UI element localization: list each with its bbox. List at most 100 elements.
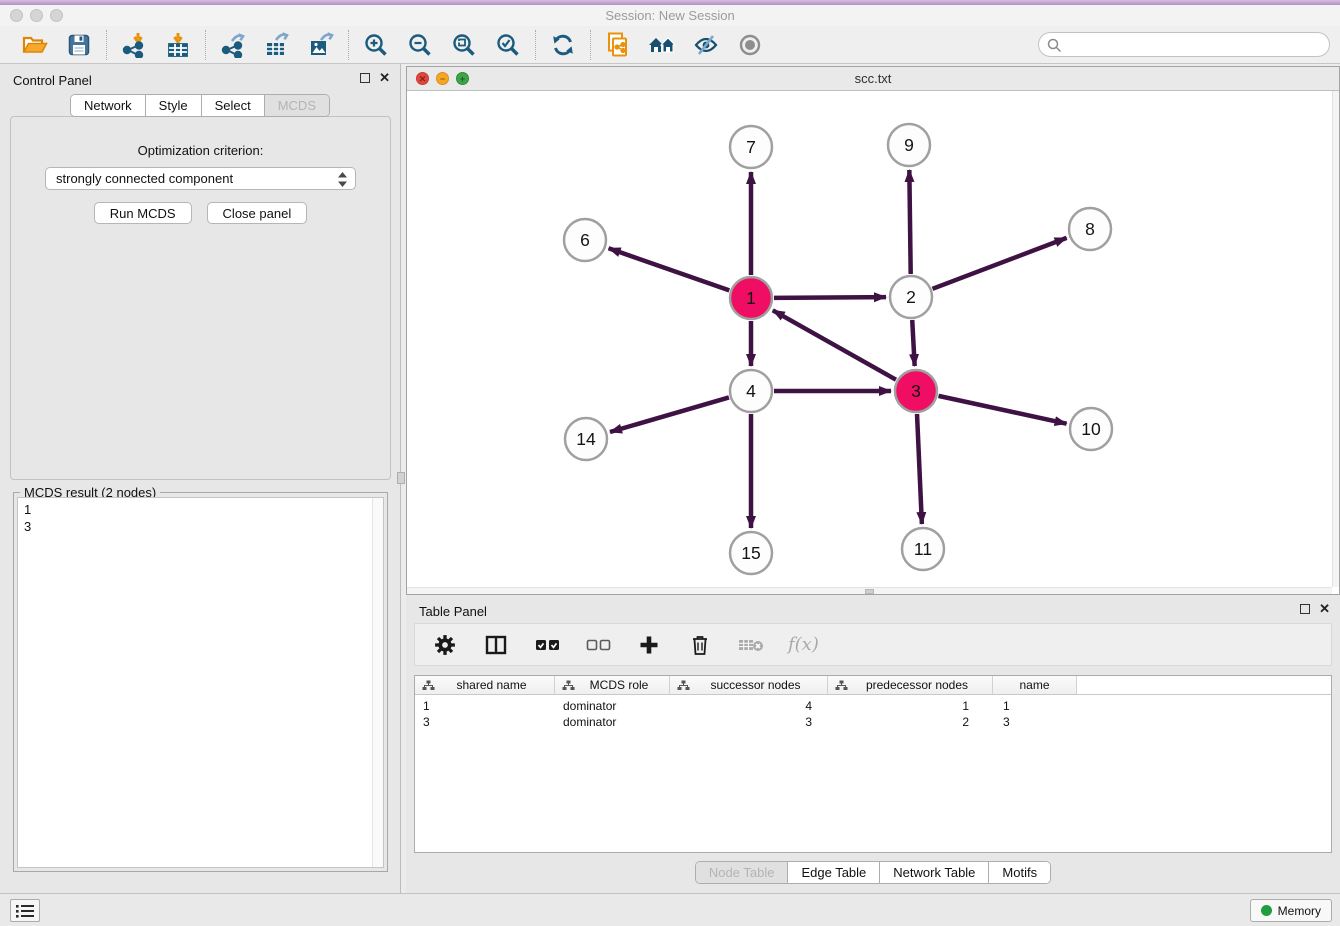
column-header-shared-name[interactable]: shared name (415, 676, 555, 694)
node-15[interactable]: 15 (730, 532, 772, 574)
main-toolbar (0, 26, 1340, 64)
node-3[interactable]: 3 (895, 370, 937, 412)
network-window-title: scc.txt (407, 71, 1339, 86)
network-scrollbar-thumb[interactable] (865, 589, 874, 594)
table-cell: 3 (993, 715, 1077, 731)
node-7[interactable]: 7 (730, 126, 772, 168)
node-14[interactable]: 14 (565, 418, 607, 460)
search-box[interactable] (1038, 32, 1330, 57)
save-floppy-icon (67, 33, 91, 57)
zoom-in-button[interactable] (362, 31, 390, 59)
node-9[interactable]: 9 (888, 124, 930, 166)
node-11[interactable]: 11 (902, 528, 944, 570)
table-settings-button[interactable] (431, 631, 459, 659)
network-horizontal-scrollbar[interactable] (407, 587, 1332, 594)
node-8[interactable]: 8 (1069, 208, 1111, 250)
zoom-selected-button[interactable] (494, 31, 522, 59)
function-builder-button[interactable]: f(x) (788, 634, 819, 655)
svg-text:11: 11 (914, 539, 932, 559)
mcds-result-scrollbar[interactable] (372, 498, 383, 867)
select-stepper-icon (338, 172, 347, 187)
unchecked-boxes-icon (586, 638, 611, 652)
delete-table-button[interactable] (737, 631, 765, 659)
search-input[interactable] (1067, 34, 1322, 55)
clone-network-button[interactable] (604, 31, 632, 59)
node-10[interactable]: 10 (1070, 408, 1112, 450)
table-cell: 1 (828, 699, 993, 715)
column-header-successor-nodes[interactable]: successor nodes (670, 676, 828, 694)
column-header-MCDS-role[interactable]: MCDS role (555, 676, 670, 694)
svg-text:6: 6 (580, 230, 590, 250)
deselect-all-rows-button[interactable] (584, 631, 612, 659)
node-1[interactable]: 1 (730, 277, 772, 319)
table-cell: 3 (670, 715, 828, 731)
node-2[interactable]: 2 (890, 276, 932, 318)
import-network-button[interactable] (120, 31, 148, 59)
export-image-button[interactable] (307, 31, 335, 59)
hide-selected-button[interactable] (692, 31, 720, 59)
run-mcds-button[interactable]: Run MCDS (94, 202, 192, 224)
zoom-out-button[interactable] (406, 31, 434, 59)
close-panel-button[interactable]: Close panel (207, 202, 308, 224)
node-4[interactable]: 4 (730, 370, 772, 412)
optimization-criterion-select[interactable]: strongly connected component (45, 167, 356, 190)
tab-network-table[interactable]: Network Table (880, 862, 989, 883)
save-session-button[interactable] (65, 31, 93, 59)
export-network-button[interactable] (219, 31, 247, 59)
float-panel-icon[interactable] (360, 73, 370, 83)
table-row[interactable]: 1dominator411 (415, 699, 1331, 715)
show-all-button[interactable] (736, 31, 764, 59)
edge-3-1[interactable] (773, 310, 896, 379)
table-row[interactable]: 3dominator323 (415, 715, 1331, 731)
edge-2-9[interactable] (909, 170, 910, 274)
export-table-button[interactable] (263, 31, 291, 59)
edge-3-11[interactable] (917, 414, 922, 524)
network-window-titlebar: ✕ − + scc.txt (407, 67, 1339, 91)
delete-column-button[interactable] (686, 631, 714, 659)
edge-1-2[interactable] (774, 297, 886, 298)
optimization-criterion-label: Optimization criterion: (11, 143, 390, 158)
close-table-panel-icon[interactable]: ✕ (1319, 604, 1330, 614)
open-session-button[interactable] (21, 31, 49, 59)
column-header-predecessor-nodes[interactable]: predecessor nodes (828, 676, 993, 694)
svg-text:3: 3 (911, 381, 921, 401)
show-columns-button[interactable] (482, 631, 510, 659)
memory-button[interactable]: Memory (1250, 899, 1332, 922)
node-6[interactable]: 6 (564, 219, 606, 261)
table-body: 1dominator4113dominator323 (415, 695, 1331, 731)
mcds-panel: Optimization criterion: strongly connect… (10, 116, 391, 480)
edge-1-6[interactable] (609, 248, 730, 290)
tab-mcds[interactable]: MCDS (265, 95, 329, 116)
svg-text:2: 2 (906, 287, 916, 307)
tab-style[interactable]: Style (146, 95, 202, 116)
refresh-view-button[interactable] (549, 31, 577, 59)
task-history-button[interactable] (10, 899, 40, 922)
column-header-name[interactable]: name (993, 676, 1077, 694)
network-vertical-scrollbar[interactable] (1332, 91, 1339, 587)
table-panel-header: Table Panel ✕ (406, 595, 1340, 625)
mcds-result-text[interactable]: 1 3 (17, 497, 384, 868)
tab-network[interactable]: Network (71, 95, 146, 116)
zoom-fit-button[interactable] (450, 31, 478, 59)
table-tabs: Node TableEdge TableNetwork TableMotifs (695, 861, 1051, 884)
edge-2-3[interactable] (912, 320, 914, 366)
tab-node-table[interactable]: Node Table (696, 862, 789, 883)
add-column-button[interactable] (635, 631, 663, 659)
edge-4-14[interactable] (610, 397, 729, 432)
edge-3-10[interactable] (938, 396, 1066, 424)
tab-motifs[interactable]: Motifs (989, 862, 1050, 883)
first-neighbors-button[interactable] (648, 31, 676, 59)
close-panel-icon[interactable]: ✕ (379, 73, 390, 83)
panel-splitter-handle[interactable] (397, 472, 405, 484)
select-all-rows-button[interactable] (533, 631, 561, 659)
tab-edge-table[interactable]: Edge Table (788, 862, 880, 883)
edge-2-8[interactable] (933, 238, 1067, 289)
node-table: shared nameMCDS rolesuccessor nodesprede… (414, 675, 1332, 853)
import-table-button[interactable] (164, 31, 192, 59)
tab-select[interactable]: Select (202, 95, 265, 116)
zoom-in-icon (363, 32, 389, 58)
app-titlebar: Session: New Session (0, 5, 1340, 26)
float-table-panel-icon[interactable] (1300, 604, 1310, 614)
network-canvas[interactable]: 7 9 6 8 1 2 4 3 14 10 15 11 (407, 91, 1339, 588)
table-toolbar: f(x) (414, 623, 1332, 666)
